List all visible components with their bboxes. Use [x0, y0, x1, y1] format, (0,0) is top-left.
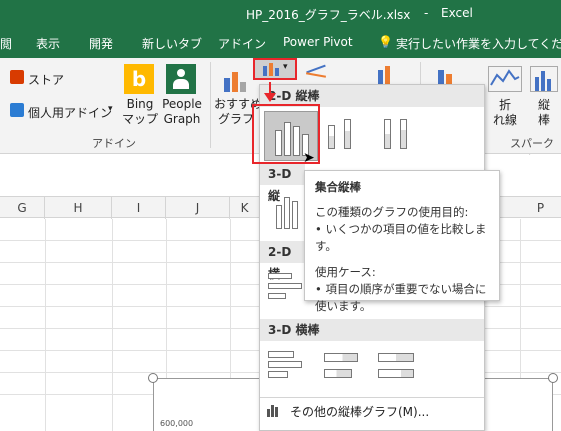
store-icon	[10, 70, 24, 84]
column-header[interactable]: K	[230, 197, 260, 219]
tab-review[interactable]: 閲	[0, 35, 12, 52]
sparkline-line-button[interactable]: 折 れ線	[493, 98, 517, 128]
people-graph-button[interactable]: People Graph	[160, 97, 204, 127]
chevron-down-icon: ▾	[283, 62, 288, 72]
column-header[interactable]: I	[112, 197, 166, 219]
axis-tick-label: 600,000	[160, 419, 194, 428]
store-button[interactable]: ストア	[28, 71, 64, 88]
tab-new[interactable]: 新しいタブ	[142, 35, 202, 52]
section-header-3d-bar: 3-D 横棒	[260, 319, 484, 341]
column-chart-icon	[266, 403, 280, 417]
recommended-charts-icon	[222, 68, 248, 94]
section-header-3d-column: 3-D 縦	[260, 163, 305, 203]
chevron-down-icon[interactable]: ▾	[108, 104, 113, 114]
my-addins-button[interactable]: 個人用アドイン	[28, 104, 112, 121]
more-column-charts-item[interactable]: その他の縦棒グラフ(M)...	[290, 403, 429, 420]
tooltip-usecase-item: • 項目の順序が重要でない場合に	[315, 282, 487, 296]
menu-divider	[260, 397, 484, 398]
stacked-column-icon[interactable]	[322, 115, 362, 153]
3d-clustered-bar-icon[interactable]	[268, 347, 308, 385]
column-header[interactable]: P	[520, 197, 561, 219]
grid-line	[112, 219, 113, 431]
bing-maps-button[interactable]: Bing マップ	[120, 97, 160, 127]
3d-100-stacked-bar-icon[interactable]	[378, 347, 418, 385]
section-header-2d-bar: 2-D 横	[260, 241, 305, 281]
lightbulb-icon: 💡	[378, 35, 393, 49]
tooltip-purpose-item: • いくつかの項目の値を比較します。	[315, 222, 487, 253]
group-divider	[210, 62, 211, 148]
app-name: Excel	[441, 6, 473, 20]
chart-tooltip: 集合縦棒 この種類のグラフの使用目的: • いくつかの項目の値を比較します。 使…	[304, 170, 500, 313]
tab-developer[interactable]: 開発	[89, 35, 113, 52]
sparkline-column-button[interactable]: 縦 棒	[532, 98, 556, 128]
3d-stacked-bar-icon[interactable]	[324, 347, 364, 385]
sparkline-line-icon	[488, 66, 522, 92]
tooltip-title: 集合縦棒	[315, 180, 361, 194]
tooltip-usecase-item: 使います。	[315, 299, 372, 313]
line-chart-icon[interactable]	[304, 64, 334, 80]
file-name: HP_2016_グラフ_ラベル.xlsx	[246, 8, 411, 22]
tab-power-pivot[interactable]: Power Pivot	[283, 35, 353, 49]
column-chart-button[interactable]: ▾	[253, 58, 297, 80]
tell-me-box[interactable]: 実行したい作業を入力してくださ	[396, 35, 561, 52]
arrow-down-icon	[264, 93, 276, 102]
column-header[interactable]: H	[45, 197, 112, 219]
tab-addin[interactable]: アドイン	[218, 35, 266, 52]
title-separator: -	[424, 6, 429, 20]
grid-line	[45, 219, 46, 431]
tooltip-usecase-heading: 使用ケース:	[315, 265, 376, 279]
column-header[interactable]: J	[166, 197, 230, 219]
ribbon-tabs: 閲 表示 開発 新しいタブ アドイン Power Pivot 💡 実行したい作業…	[0, 26, 561, 58]
sparkline-column-icon	[530, 66, 558, 92]
bing-icon: b	[124, 64, 154, 94]
addin-group-label: アドイン	[92, 137, 136, 150]
tooltip-purpose-heading: この種類のグラフの使用目的:	[315, 205, 469, 219]
100-stacked-column-icon[interactable]	[378, 115, 418, 153]
title-bar: HP_2016_グラフ_ラベル.xlsx - Excel	[0, 0, 561, 26]
clustered-bar-icon[interactable]	[268, 269, 308, 307]
tab-view[interactable]: 表示	[36, 35, 60, 52]
column-header[interactable]: G	[0, 197, 45, 219]
resize-handle[interactable]	[148, 373, 158, 383]
mouse-cursor-icon: ➤	[303, 150, 315, 166]
people-graph-icon	[166, 64, 196, 94]
my-addins-icon	[10, 103, 24, 117]
resize-handle[interactable]	[548, 373, 558, 383]
